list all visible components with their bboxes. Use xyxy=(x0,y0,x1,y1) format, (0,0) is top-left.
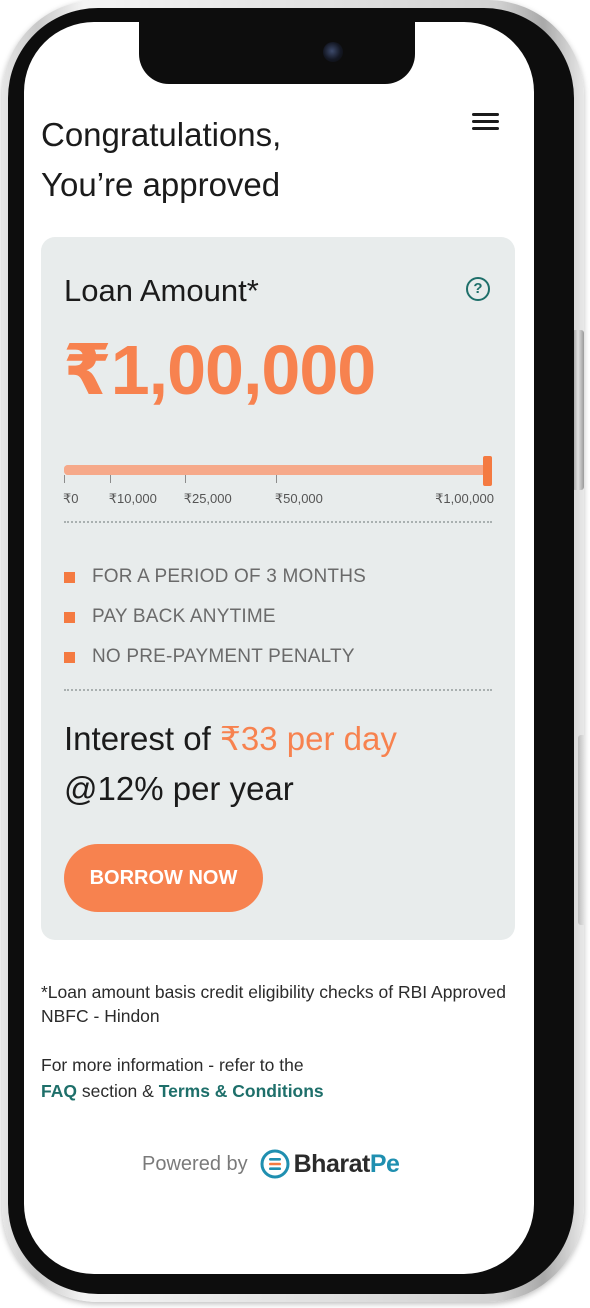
slider-tick xyxy=(184,475,186,483)
feature-text: PAY BACK ANYTIME xyxy=(92,606,276,627)
slider-tick-label: ₹0 xyxy=(63,491,79,506)
loan-card: Loan Amount* ? ₹1,00,000 ₹0 ₹10,000 ₹25,00… xyxy=(41,237,515,940)
interest-line1: Interest of ₹33 per day xyxy=(64,714,397,764)
slider-handle[interactable] xyxy=(483,456,492,486)
more-info-links: FAQ section & Terms & Conditions xyxy=(41,1078,511,1104)
dotted-divider xyxy=(64,521,492,523)
slider-tick-label: ₹25,000 xyxy=(183,491,232,506)
dotted-divider xyxy=(64,689,492,691)
square-bullet-icon xyxy=(64,571,75,583)
side-button xyxy=(578,735,586,925)
interest-per-day: ₹33 per day xyxy=(219,720,397,757)
page-title-line2: You’re approved xyxy=(41,166,281,203)
square-bullet-icon xyxy=(64,611,75,623)
terms-link[interactable]: Terms & Conditions xyxy=(159,1081,324,1101)
slider-fill xyxy=(64,465,492,475)
loan-amount-label: Loan Amount* xyxy=(64,273,259,308)
slider-tick xyxy=(64,475,65,483)
feature-item: PAY BACK ANYTIME xyxy=(64,597,366,637)
loan-features-list: FOR A PERIOD OF 3 MONTHS PAY BACK ANYTIM… xyxy=(64,557,366,677)
question-circle-icon[interactable]: ? xyxy=(466,277,490,301)
interest-rate: @12% per year xyxy=(64,770,294,807)
slider-tick xyxy=(275,475,277,483)
feature-text: FOR A PERIOD OF 3 MONTHS xyxy=(92,566,367,587)
interest-info: Interest of ₹33 per day @12% per year xyxy=(64,714,397,814)
disclaimer-text: *Loan amount basis credit eligibility ch… xyxy=(41,982,506,1026)
more-info-connector: section & xyxy=(76,1081,159,1101)
more-info-text: For more information - refer to the xyxy=(41,1055,304,1075)
page-title: Congratulations, You’re approved xyxy=(41,110,281,210)
app-screen: Congratulations, You’re approved Loan Am… xyxy=(24,22,534,1274)
borrow-now-button[interactable]: BORROW NOW xyxy=(64,844,263,912)
powered-by: Powered by BharatPe xyxy=(142,1144,400,1184)
feature-item: NO PRE-PAYMENT PENALTY xyxy=(64,637,366,677)
notch xyxy=(139,22,415,84)
hamburger-menu-icon[interactable] xyxy=(472,110,500,132)
slider-tick xyxy=(109,475,111,483)
brand-name-suffix: Pe xyxy=(369,1149,400,1178)
slider-tick-label: ₹50,000 xyxy=(274,491,323,506)
loan-amount-slider[interactable]: ₹0 ₹10,000 ₹25,000 ₹50,000 ₹1,00,000 xyxy=(63,456,494,511)
camera-icon xyxy=(323,42,343,62)
interest-prefix: Interest of xyxy=(64,720,220,757)
powered-by-label: Powered by xyxy=(142,1152,248,1175)
brand-name-main: Bharat xyxy=(293,1149,371,1178)
feature-text: NO PRE-PAYMENT PENALTY xyxy=(92,646,355,667)
loan-amount-value: ₹1,00,000 xyxy=(63,331,376,409)
slider-tick-label: ₹1,00,000 xyxy=(435,491,494,506)
square-bullet-icon xyxy=(64,651,75,663)
more-info: For more information - refer to the FAQ … xyxy=(41,1052,511,1104)
feature-item: FOR A PERIOD OF 3 MONTHS xyxy=(64,557,366,597)
page-title-line1: Congratulations, xyxy=(41,116,282,153)
brand-name: BharatPe xyxy=(294,1150,400,1179)
slider-tick-label: ₹10,000 xyxy=(108,491,157,506)
faq-link[interactable]: FAQ xyxy=(41,1081,77,1101)
bharatpe-logo-icon xyxy=(260,1149,290,1179)
